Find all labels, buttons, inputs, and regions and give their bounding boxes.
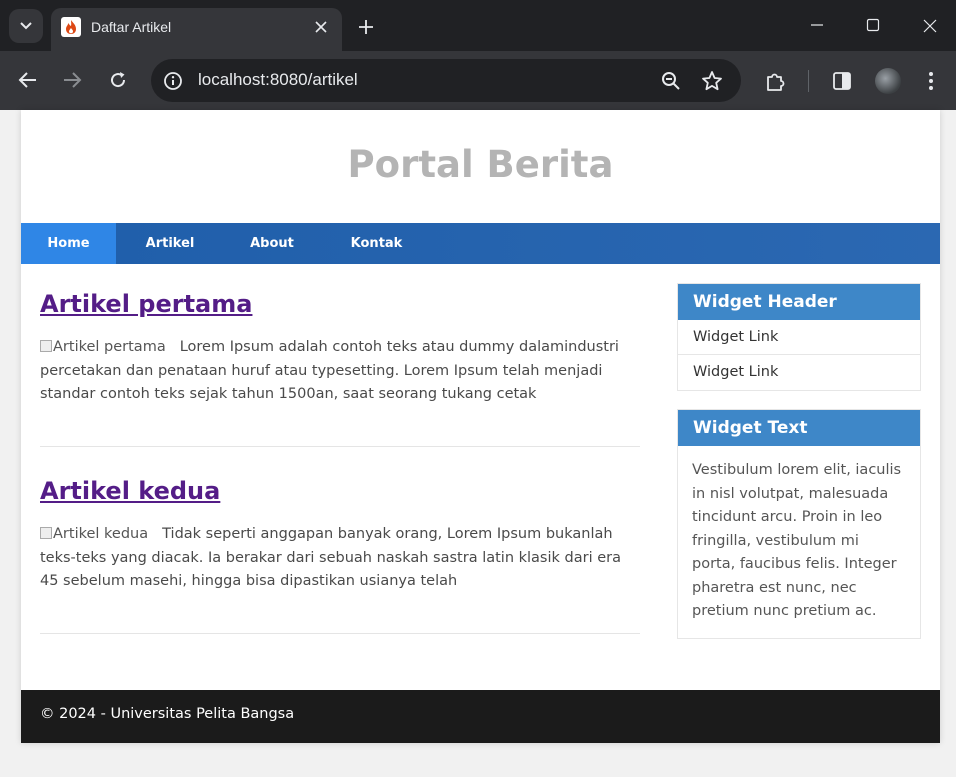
article-image: Artikel pertama — [40, 339, 166, 355]
tab-strip: Daftar Artikel — [0, 0, 956, 51]
widget-header-title: Widget Header — [678, 284, 920, 320]
zoom-icon[interactable] — [661, 71, 681, 91]
toolbar-divider — [808, 70, 809, 92]
close-window-icon[interactable] — [922, 18, 938, 34]
page-viewport: Portal Berita Home Artikel About Kontak … — [0, 110, 956, 777]
reload-icon[interactable] — [108, 70, 128, 90]
widget-links: Widget Header Widget Link Widget Link — [677, 283, 921, 391]
menu-icon[interactable] — [928, 71, 934, 91]
article-title-link[interactable]: Artikel kedua — [40, 477, 640, 505]
article-excerpt: Artikel kedua Tidak seperti anggapan bany… — [40, 523, 640, 594]
widget-text: Widget Text Vestibulum lorem elit, iacul… — [677, 409, 921, 639]
article-image-alt: Artikel kedua — [53, 526, 149, 542]
article-title-link[interactable]: Artikel pertama — [40, 290, 640, 318]
bookmark-star-icon[interactable] — [701, 70, 723, 92]
page-footer: © 2024 - Universitas Pelita Bangsa — [21, 690, 940, 743]
profile-avatar[interactable] — [875, 68, 901, 94]
main-nav: Home Artikel About Kontak — [21, 223, 940, 264]
nav-item-kontak[interactable]: Kontak — [320, 223, 433, 264]
forward-icon[interactable] — [62, 71, 82, 89]
new-tab-icon[interactable] — [356, 17, 376, 37]
nav-item-about[interactable]: About — [224, 223, 320, 264]
nav-item-artikel[interactable]: Artikel — [116, 223, 224, 264]
article-divider — [40, 633, 640, 634]
browser-toolbar: localhost:8080/artikel — [0, 51, 956, 110]
site-title: Portal Berita — [347, 143, 614, 186]
tab-title: Daftar Artikel — [91, 19, 172, 35]
extensions-icon[interactable] — [765, 70, 787, 92]
widget-text-body: Vestibulum lorem elit, iaculis in nisl v… — [692, 462, 902, 619]
article-card: Artikel kedua Artikel kedua Tidak seperti… — [40, 477, 640, 634]
widget-text-title: Widget Text — [678, 410, 920, 446]
article-divider — [40, 446, 640, 447]
footer-copyright: © 2024 - Universitas Pelita Bangsa — [40, 706, 295, 722]
site-info-icon[interactable] — [163, 71, 183, 91]
widget-link[interactable]: Widget Link — [678, 355, 920, 390]
minimize-icon[interactable] — [810, 18, 824, 32]
chevron-down-icon — [20, 22, 32, 30]
nav-item-home[interactable]: Home — [21, 223, 116, 264]
widget-link[interactable]: Widget Link — [678, 320, 920, 355]
url-text[interactable]: localhost:8080/artikel — [198, 70, 358, 90]
address-bar[interactable]: localhost:8080/artikel — [151, 59, 741, 102]
favicon-flame-icon — [61, 17, 81, 37]
broken-image-icon — [40, 527, 52, 539]
page-container: Portal Berita Home Artikel About Kontak … — [21, 110, 940, 743]
tab-list-button[interactable] — [9, 9, 43, 43]
article-excerpt: Artikel pertama Lorem Ipsum adalah contoh… — [40, 336, 640, 407]
side-panel-icon[interactable] — [832, 71, 852, 91]
browser-chrome: Daftar Artikel localhost:8080/artikel — [0, 0, 956, 110]
article-image-alt: Artikel pertama — [53, 339, 166, 355]
close-tab-icon[interactable] — [313, 19, 329, 35]
active-tab[interactable]: Daftar Artikel — [51, 8, 342, 51]
back-icon[interactable] — [18, 71, 38, 89]
article-card: Artikel pertama Artikel pertama Lorem Ips… — [40, 290, 640, 447]
maximize-icon[interactable] — [866, 18, 880, 32]
broken-image-icon — [40, 340, 52, 352]
article-image: Artikel kedua — [40, 526, 148, 542]
